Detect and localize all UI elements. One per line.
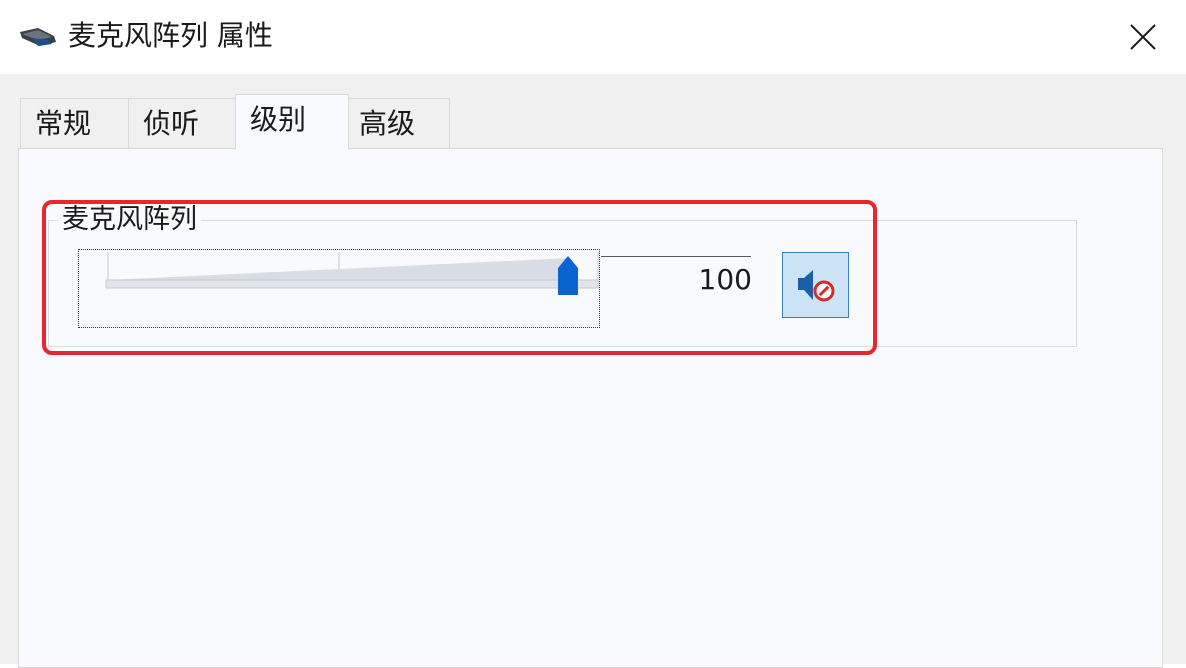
group-label: 麦克风阵列 [58, 202, 201, 238]
value-divider [601, 256, 751, 257]
mute-button[interactable] [782, 252, 849, 318]
close-button[interactable] [1116, 10, 1170, 64]
speaker-muted-icon [797, 270, 834, 302]
microphone-array-icon [18, 24, 58, 50]
properties-dialog: 麦克风阵列 属性 常规 侦听 高级 级别 麦克风阵列 100 [0, 0, 1186, 668]
close-icon [1130, 24, 1156, 50]
tab-advanced[interactable]: 高级 [344, 98, 450, 148]
volume-slider-track [105, 252, 599, 295]
window-title: 麦克风阵列 属性 [68, 19, 273, 52]
title-bar: 麦克风阵列 属性 [0, 0, 1186, 74]
tab-listen[interactable]: 侦听 [128, 98, 236, 148]
tab-general[interactable]: 常规 [20, 98, 129, 148]
tab-levels[interactable]: 级别 [235, 94, 349, 150]
level-value: 100 [698, 263, 752, 296]
